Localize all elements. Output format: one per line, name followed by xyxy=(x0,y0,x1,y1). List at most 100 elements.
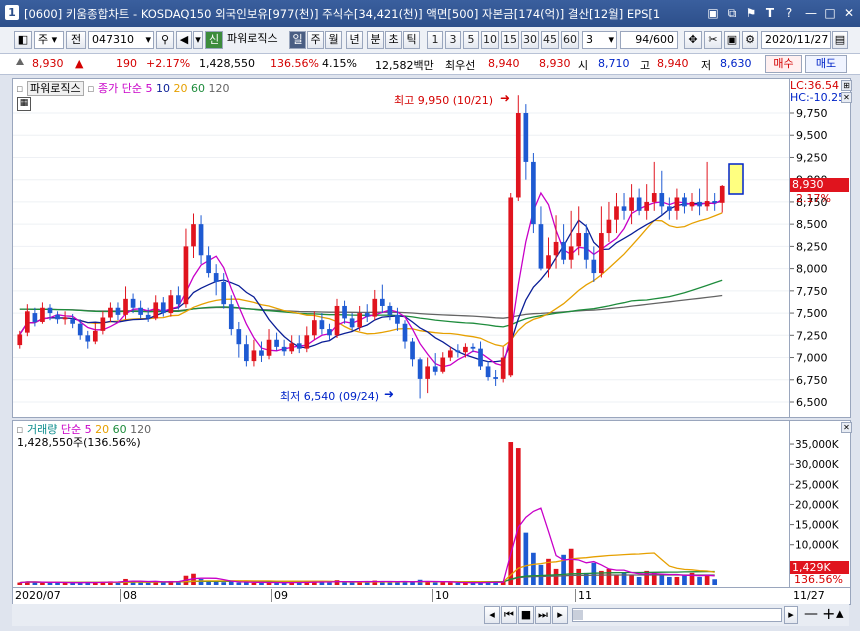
volume-bar xyxy=(221,582,227,585)
candle-body xyxy=(478,348,483,367)
forward-icon[interactable]: ⏭ xyxy=(535,606,551,624)
new-badge[interactable]: 신 xyxy=(205,31,223,49)
scrollbar-thumb[interactable] xyxy=(573,610,583,620)
candle-body xyxy=(206,255,211,274)
candle-body xyxy=(304,335,310,349)
low-annotation: 최저 6,540 (09/24) xyxy=(280,390,380,403)
volume-bar xyxy=(515,448,521,585)
volume-bar xyxy=(432,582,438,585)
period-minute-tab[interactable]: 분 xyxy=(367,31,384,49)
window-pin-icon[interactable]: ▣ xyxy=(705,5,721,21)
candle-body xyxy=(538,224,544,269)
candle-body xyxy=(674,197,680,211)
candle-body xyxy=(77,323,83,336)
period-tick-tab[interactable]: 틱 xyxy=(403,31,420,49)
chart-settings-icon[interactable]: ◧ xyxy=(14,31,32,49)
legend-ma60: 60 xyxy=(191,82,206,95)
best-quote-label: 최우선 xyxy=(445,59,476,72)
draw-tool-icon[interactable]: ✂ xyxy=(704,31,722,49)
buy-button[interactable]: 매수 xyxy=(765,55,802,73)
candle-body xyxy=(296,343,302,349)
price-pane-close-icon[interactable]: ✕ xyxy=(841,92,852,103)
stock-code-input[interactable]: 047310 ▾ xyxy=(88,31,154,49)
zoom-out-icon[interactable]: — xyxy=(804,606,818,622)
interval-60-button[interactable]: 60 xyxy=(561,31,579,49)
candle-body xyxy=(312,320,317,336)
candle-body xyxy=(289,343,295,352)
interval-3-button[interactable]: 3 xyxy=(445,31,461,49)
candle-body xyxy=(372,298,378,317)
volume-tick-label: 10,000K xyxy=(795,540,840,552)
period-week-tab[interactable]: 주 xyxy=(307,31,324,49)
interval-30-button[interactable]: 30 xyxy=(521,31,539,49)
table-icon[interactable]: ▦ xyxy=(17,97,31,111)
price-chart-pane[interactable] xyxy=(12,78,790,418)
period-year-tab[interactable]: 년 xyxy=(346,31,363,49)
window-help-icon[interactable]: ? xyxy=(781,5,797,21)
volume-bar xyxy=(447,582,453,585)
scroll-right-icon[interactable]: ▸ xyxy=(552,606,568,624)
expand-arrows-icon[interactable]: ▴ xyxy=(836,604,844,622)
volume-bar xyxy=(682,574,687,585)
minimize-button[interactable]: — xyxy=(803,5,819,21)
save-icon[interactable]: ▣ xyxy=(724,31,740,49)
maximize-button[interactable]: □ xyxy=(822,5,838,21)
candle-body xyxy=(432,366,438,372)
interval-5-button[interactable]: 5 xyxy=(463,31,479,49)
market-select[interactable]: 주 ▾ xyxy=(34,31,64,49)
volume-bar xyxy=(614,574,619,585)
scroll-left-icon[interactable]: ◂ xyxy=(484,606,500,624)
candle-body xyxy=(123,298,128,315)
candle-body xyxy=(455,350,461,353)
calendar-icon[interactable]: ▤ xyxy=(832,31,848,49)
price-axis[interactable]: 9,7509,5009,2509,0008,7508,5008,2508,000… xyxy=(789,78,851,418)
current-pct-tag: 2.17% xyxy=(796,192,831,205)
period-second-tab[interactable]: 초 xyxy=(385,31,402,49)
crosshair-icon[interactable]: ✥ xyxy=(684,31,702,49)
candle-body xyxy=(55,314,60,320)
scrollbar-track[interactable] xyxy=(572,608,782,622)
interval-10-button[interactable]: 10 xyxy=(481,31,499,49)
close-button[interactable]: ✕ xyxy=(841,5,857,21)
gear-icon[interactable]: ⚙ xyxy=(742,31,758,49)
period-month-tab[interactable]: 월 xyxy=(325,31,342,49)
window-copy-icon[interactable]: ⧉ xyxy=(724,5,740,21)
candle-body xyxy=(576,233,582,247)
current-volume-text: 1,428,550주(136.56%) xyxy=(17,436,141,449)
low-price: 8,630 xyxy=(720,57,752,70)
volume-bar xyxy=(236,582,242,585)
window-text-icon[interactable]: T xyxy=(762,5,778,21)
period-day-tab[interactable]: 일 xyxy=(289,31,306,49)
rewind-icon[interactable]: ⏮ xyxy=(501,606,517,624)
candle-body xyxy=(606,219,612,234)
candle-body xyxy=(546,255,551,269)
volume-pane-close-icon[interactable]: ✕ xyxy=(841,422,852,433)
zoom-in-icon[interactable]: + xyxy=(822,604,835,623)
interval-45-button[interactable]: 45 xyxy=(541,31,559,49)
interval-1-button[interactable]: 1 xyxy=(427,31,443,49)
scroll-end-icon[interactable]: ▸ xyxy=(784,606,798,624)
sound-dropdown-icon[interactable]: ▾ xyxy=(193,31,203,49)
sound-icon[interactable]: ◀ xyxy=(176,31,192,49)
window-flag-icon[interactable]: ⚑ xyxy=(743,5,759,21)
date-input[interactable]: 2020/11/27 xyxy=(761,31,831,49)
volume-tick-label: 15,000K xyxy=(795,520,840,532)
candle-body xyxy=(92,330,98,342)
prev-button[interactable]: 전 xyxy=(66,31,86,49)
price-pane-menu-icon[interactable]: ⊞ xyxy=(841,80,852,91)
volume-bar xyxy=(327,582,332,585)
expand-icon[interactable] xyxy=(16,58,24,65)
interval-select[interactable]: 3 ▾ xyxy=(582,31,617,49)
interval-15-button[interactable]: 15 xyxy=(501,31,519,49)
candle-body xyxy=(470,346,476,349)
legend-ma120: 120 xyxy=(208,82,230,95)
candle-body xyxy=(591,259,597,274)
candle-body xyxy=(629,197,634,211)
sell-button[interactable]: 매도 xyxy=(805,55,847,73)
legend-stock-name[interactable]: 파워로직스 xyxy=(26,81,84,96)
price-tick-label: 7,250 xyxy=(796,329,828,342)
search-icon[interactable]: ⚲ xyxy=(156,31,174,49)
price-tick-label: 8,500 xyxy=(796,218,828,231)
stop-icon[interactable]: ■ xyxy=(518,606,534,624)
price-change-pct: +2.17% xyxy=(146,57,191,70)
